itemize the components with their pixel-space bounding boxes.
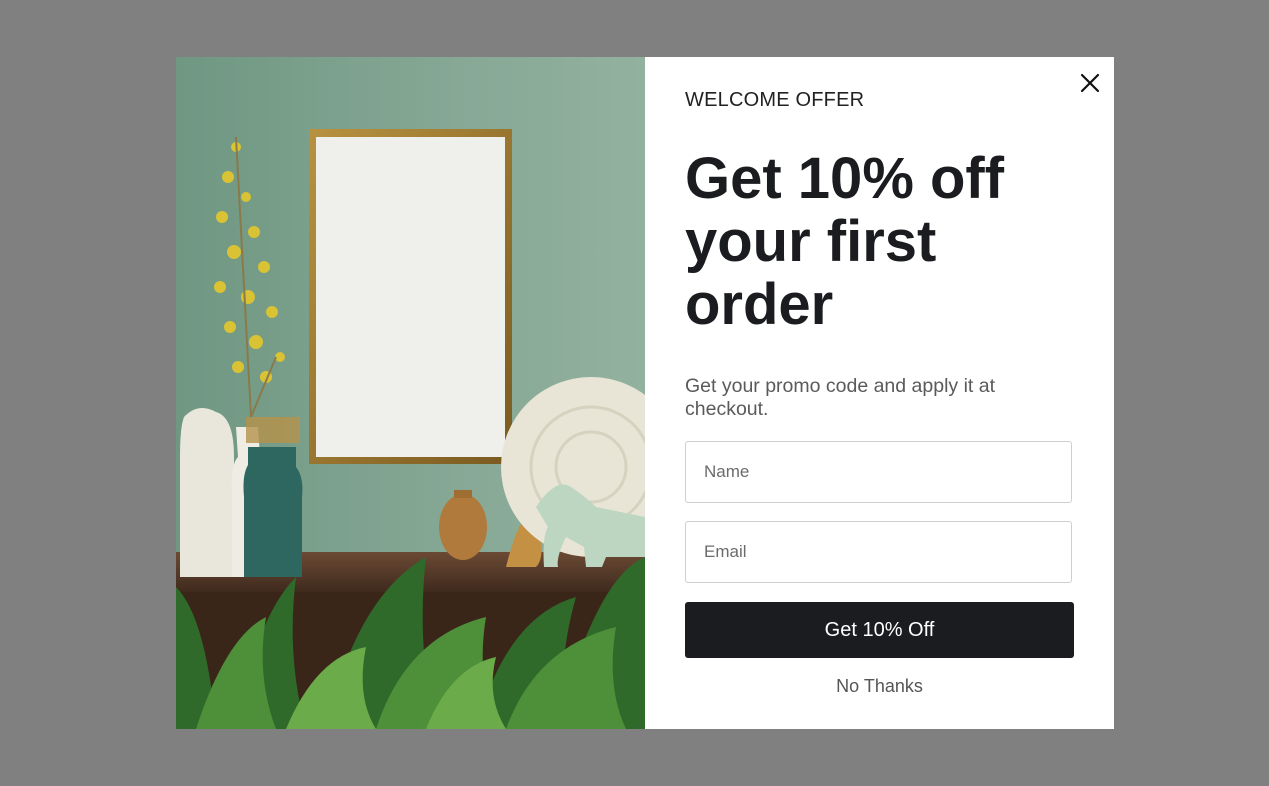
offer-eyebrow: WELCOME OFFER [685, 89, 865, 111]
name-field[interactable] [685, 441, 1072, 503]
offer-headline: Get 10% off your first order [685, 146, 1005, 337]
hero-image [176, 57, 645, 729]
no-thanks-link[interactable]: No Thanks [685, 676, 1074, 697]
close-button[interactable] [1078, 71, 1102, 95]
welcome-offer-modal: WELCOME OFFER Get 10% off your first ord… [176, 57, 1114, 729]
offer-subtext: Get your promo code and apply it at chec… [685, 375, 996, 420]
email-field[interactable] [685, 521, 1072, 583]
close-icon [1080, 73, 1100, 93]
get-discount-button[interactable]: Get 10% Off [685, 602, 1074, 658]
